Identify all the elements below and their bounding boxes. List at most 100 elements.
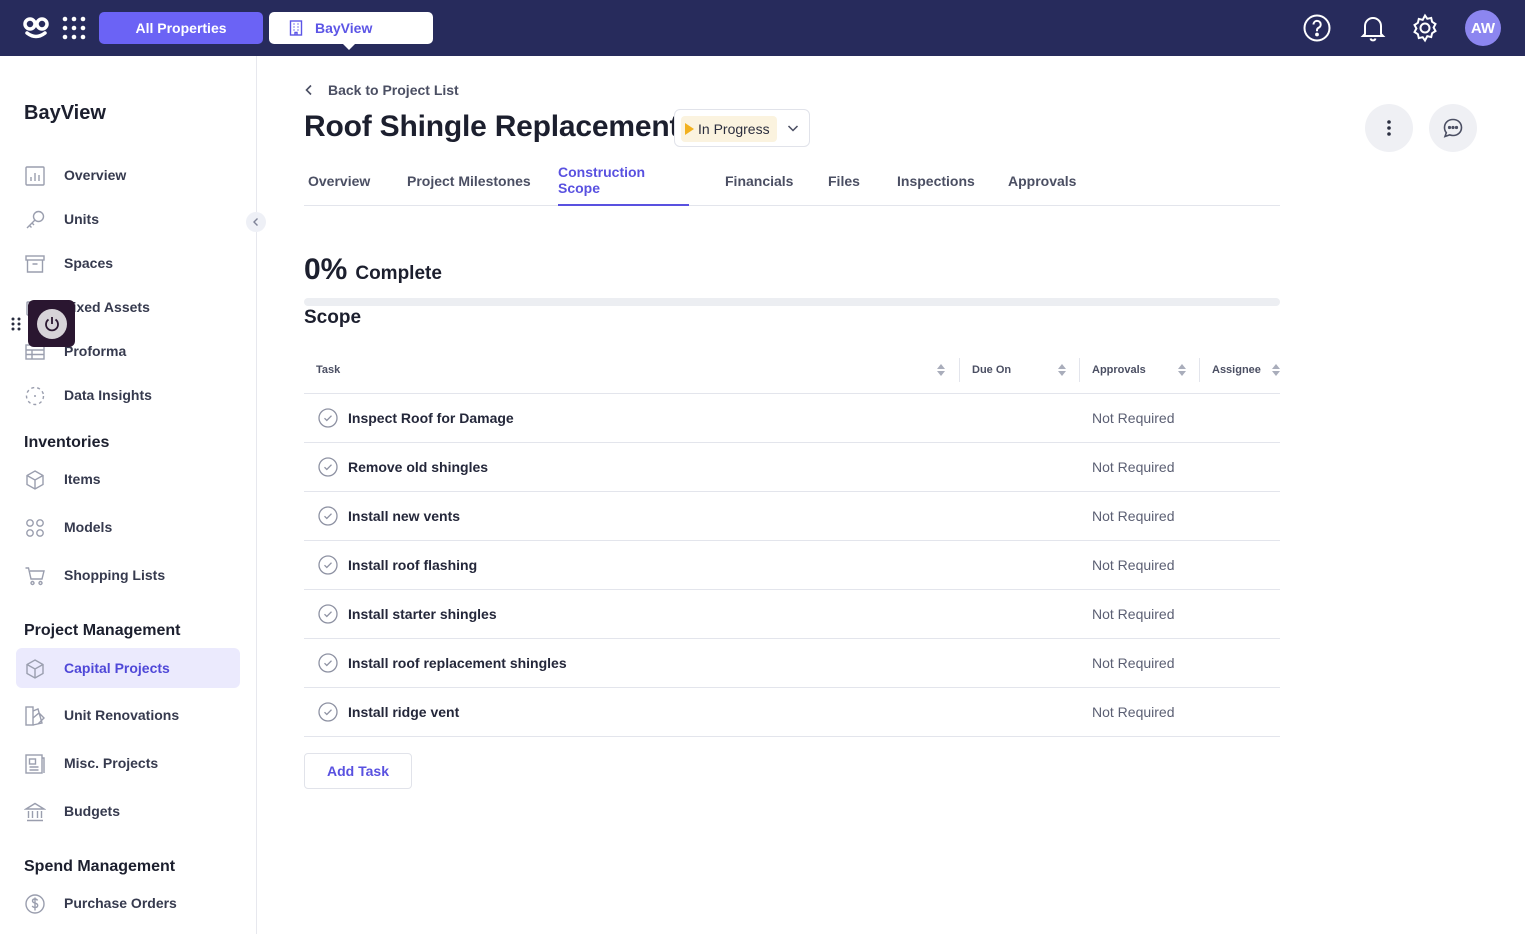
- sort-icon: [937, 364, 945, 376]
- section-heading-spend-management: Spend Management: [24, 858, 176, 875]
- column-label: Due On: [972, 364, 1012, 376]
- section-heading-inventories: Inventories: [24, 434, 110, 451]
- check-circle-icon[interactable]: [318, 506, 338, 526]
- approval-status: Not Required: [1092, 508, 1175, 524]
- archive-icon: [25, 255, 45, 273]
- bank-icon: [24, 802, 46, 822]
- drag-handle-icon[interactable]: [10, 316, 22, 332]
- column-label: Approvals: [1092, 364, 1146, 376]
- table-row[interactable]: Inspect Roof for Damage Not Required: [304, 394, 1280, 443]
- building-icon: [289, 20, 303, 36]
- sidebar-item-items[interactable]: Items: [16, 459, 240, 499]
- power-widget-inner: [36, 308, 67, 339]
- approval-status: Not Required: [1092, 410, 1175, 426]
- sidebar-item-overview[interactable]: Overview: [16, 155, 240, 195]
- power-icon: [44, 316, 59, 331]
- sidebar-item-label: Misc. Projects: [64, 755, 159, 771]
- check-circle-icon[interactable]: [318, 457, 338, 477]
- apps-grid-icon[interactable]: [62, 16, 86, 40]
- sidebar-item-label: Items: [64, 471, 101, 487]
- more-options-button[interactable]: [1365, 104, 1413, 152]
- sidebar-item-label: Data Insights: [64, 387, 152, 403]
- column-header-assignee[interactable]: Assignee: [1212, 346, 1280, 394]
- status-dropdown[interactable]: In Progress: [674, 109, 810, 147]
- chat-bubble-icon: [1443, 118, 1463, 138]
- insights-icon: [25, 386, 45, 406]
- property-button[interactable]: BayView: [269, 12, 433, 50]
- play-icon: [685, 123, 694, 135]
- power-widget-button[interactable]: [28, 300, 75, 347]
- tab-project-milestones[interactable]: Project Milestones: [407, 156, 531, 206]
- table-row[interactable]: Install ridge vent Not Required: [304, 688, 1280, 737]
- sidebar-item-units[interactable]: Units: [16, 199, 240, 239]
- bar-chart-icon: [25, 166, 45, 186]
- tab-construction-scope[interactable]: Construction Scope: [558, 156, 689, 206]
- column-header-task[interactable]: Task: [316, 346, 960, 394]
- table-header: Task Due On Approvals Assignee: [304, 346, 1280, 394]
- sidebar-item-label: Spaces: [64, 255, 114, 271]
- key-icon: [26, 210, 45, 229]
- column-label: Task: [316, 364, 341, 376]
- check-circle-icon[interactable]: [318, 604, 338, 624]
- column-header-due-on[interactable]: Due On: [972, 346, 1082, 394]
- sidebar-item-label: Units: [64, 211, 99, 227]
- sidebar-item-unit-renovations[interactable]: Unit Renovations: [16, 695, 240, 735]
- sidebar-item-purchase-orders[interactable]: Purchase Orders: [16, 883, 240, 923]
- check-circle-icon[interactable]: [318, 702, 338, 722]
- sidebar-item-data-insights[interactable]: Data Insights: [16, 375, 240, 415]
- check-circle-icon[interactable]: [318, 653, 338, 673]
- table-row[interactable]: Remove old shingles Not Required: [304, 443, 1280, 492]
- sort-icon: [1178, 364, 1186, 376]
- task-name: Inspect Roof for Damage: [348, 410, 514, 426]
- box-icon: [26, 659, 44, 679]
- document-icon: [25, 754, 45, 774]
- table-row[interactable]: Install new vents Not Required: [304, 492, 1280, 541]
- collapse-sidebar-button[interactable]: [246, 212, 266, 232]
- tab-approvals[interactable]: Approvals: [1008, 156, 1076, 206]
- sidebar-item-models[interactable]: Models: [16, 507, 240, 547]
- tab-overview[interactable]: Overview: [308, 156, 370, 206]
- sidebar-item-label: Proforma: [64, 343, 127, 359]
- completion-progress-bar: [304, 298, 1280, 306]
- sidebar-item-label: Capital Projects: [64, 660, 170, 676]
- chevron-left-icon: [253, 218, 258, 226]
- add-task-button[interactable]: Add Task: [304, 753, 412, 789]
- table-row[interactable]: Install roof replacement shingles Not Req…: [304, 639, 1280, 688]
- sidebar-item-budgets[interactable]: Budgets: [16, 791, 240, 831]
- approval-status: Not Required: [1092, 655, 1175, 671]
- sidebar-item-spaces[interactable]: Spaces: [16, 243, 240, 283]
- check-circle-icon[interactable]: [318, 555, 338, 575]
- column-divider: [1199, 358, 1200, 382]
- back-label: Back to Project List: [328, 82, 459, 98]
- grid-icon: [26, 519, 44, 537]
- task-name: Remove old shingles: [348, 459, 489, 475]
- column-label: Assignee: [1212, 364, 1261, 376]
- comments-button[interactable]: [1429, 104, 1477, 152]
- user-avatar[interactable]: AW: [1465, 10, 1501, 46]
- logo-icon[interactable]: [22, 15, 50, 41]
- table-row[interactable]: Install starter shingles Not Required: [304, 590, 1280, 639]
- approval-status: Not Required: [1092, 704, 1175, 720]
- tab-financials[interactable]: Financials: [725, 156, 793, 206]
- back-to-project-list-link[interactable]: Back to Project List: [304, 82, 459, 98]
- tab-files[interactable]: Files: [828, 156, 860, 206]
- sidebar-item-shopping-lists[interactable]: Shopping Lists: [16, 555, 240, 595]
- sidebar-item-label: Unit Renovations: [64, 707, 180, 723]
- table-row[interactable]: Install roof flashing Not Required: [304, 541, 1280, 590]
- bell-icon[interactable]: [1357, 12, 1389, 44]
- all-properties-button[interactable]: All Properties: [99, 12, 263, 44]
- column-header-approvals[interactable]: Approvals: [1092, 346, 1202, 394]
- task-name: Install roof flashing: [348, 557, 478, 573]
- sidebar-item-capital-projects[interactable]: Capital Projects: [16, 648, 240, 688]
- task-name: Install starter shingles: [348, 606, 497, 622]
- tab-inspections[interactable]: Inspections: [897, 156, 975, 206]
- gear-icon[interactable]: [1409, 12, 1441, 44]
- paint-icon: [25, 706, 45, 726]
- top-bar: All Properties BayView AW: [0, 0, 1525, 56]
- help-icon[interactable]: [1301, 12, 1333, 44]
- completion-percent: 0%: [304, 253, 348, 286]
- check-circle-icon[interactable]: [318, 408, 338, 428]
- sidebar-item-misc-projects[interactable]: Misc. Projects: [16, 743, 240, 783]
- sidebar-item-label: Budgets: [64, 803, 120, 819]
- approval-status: Not Required: [1092, 459, 1175, 475]
